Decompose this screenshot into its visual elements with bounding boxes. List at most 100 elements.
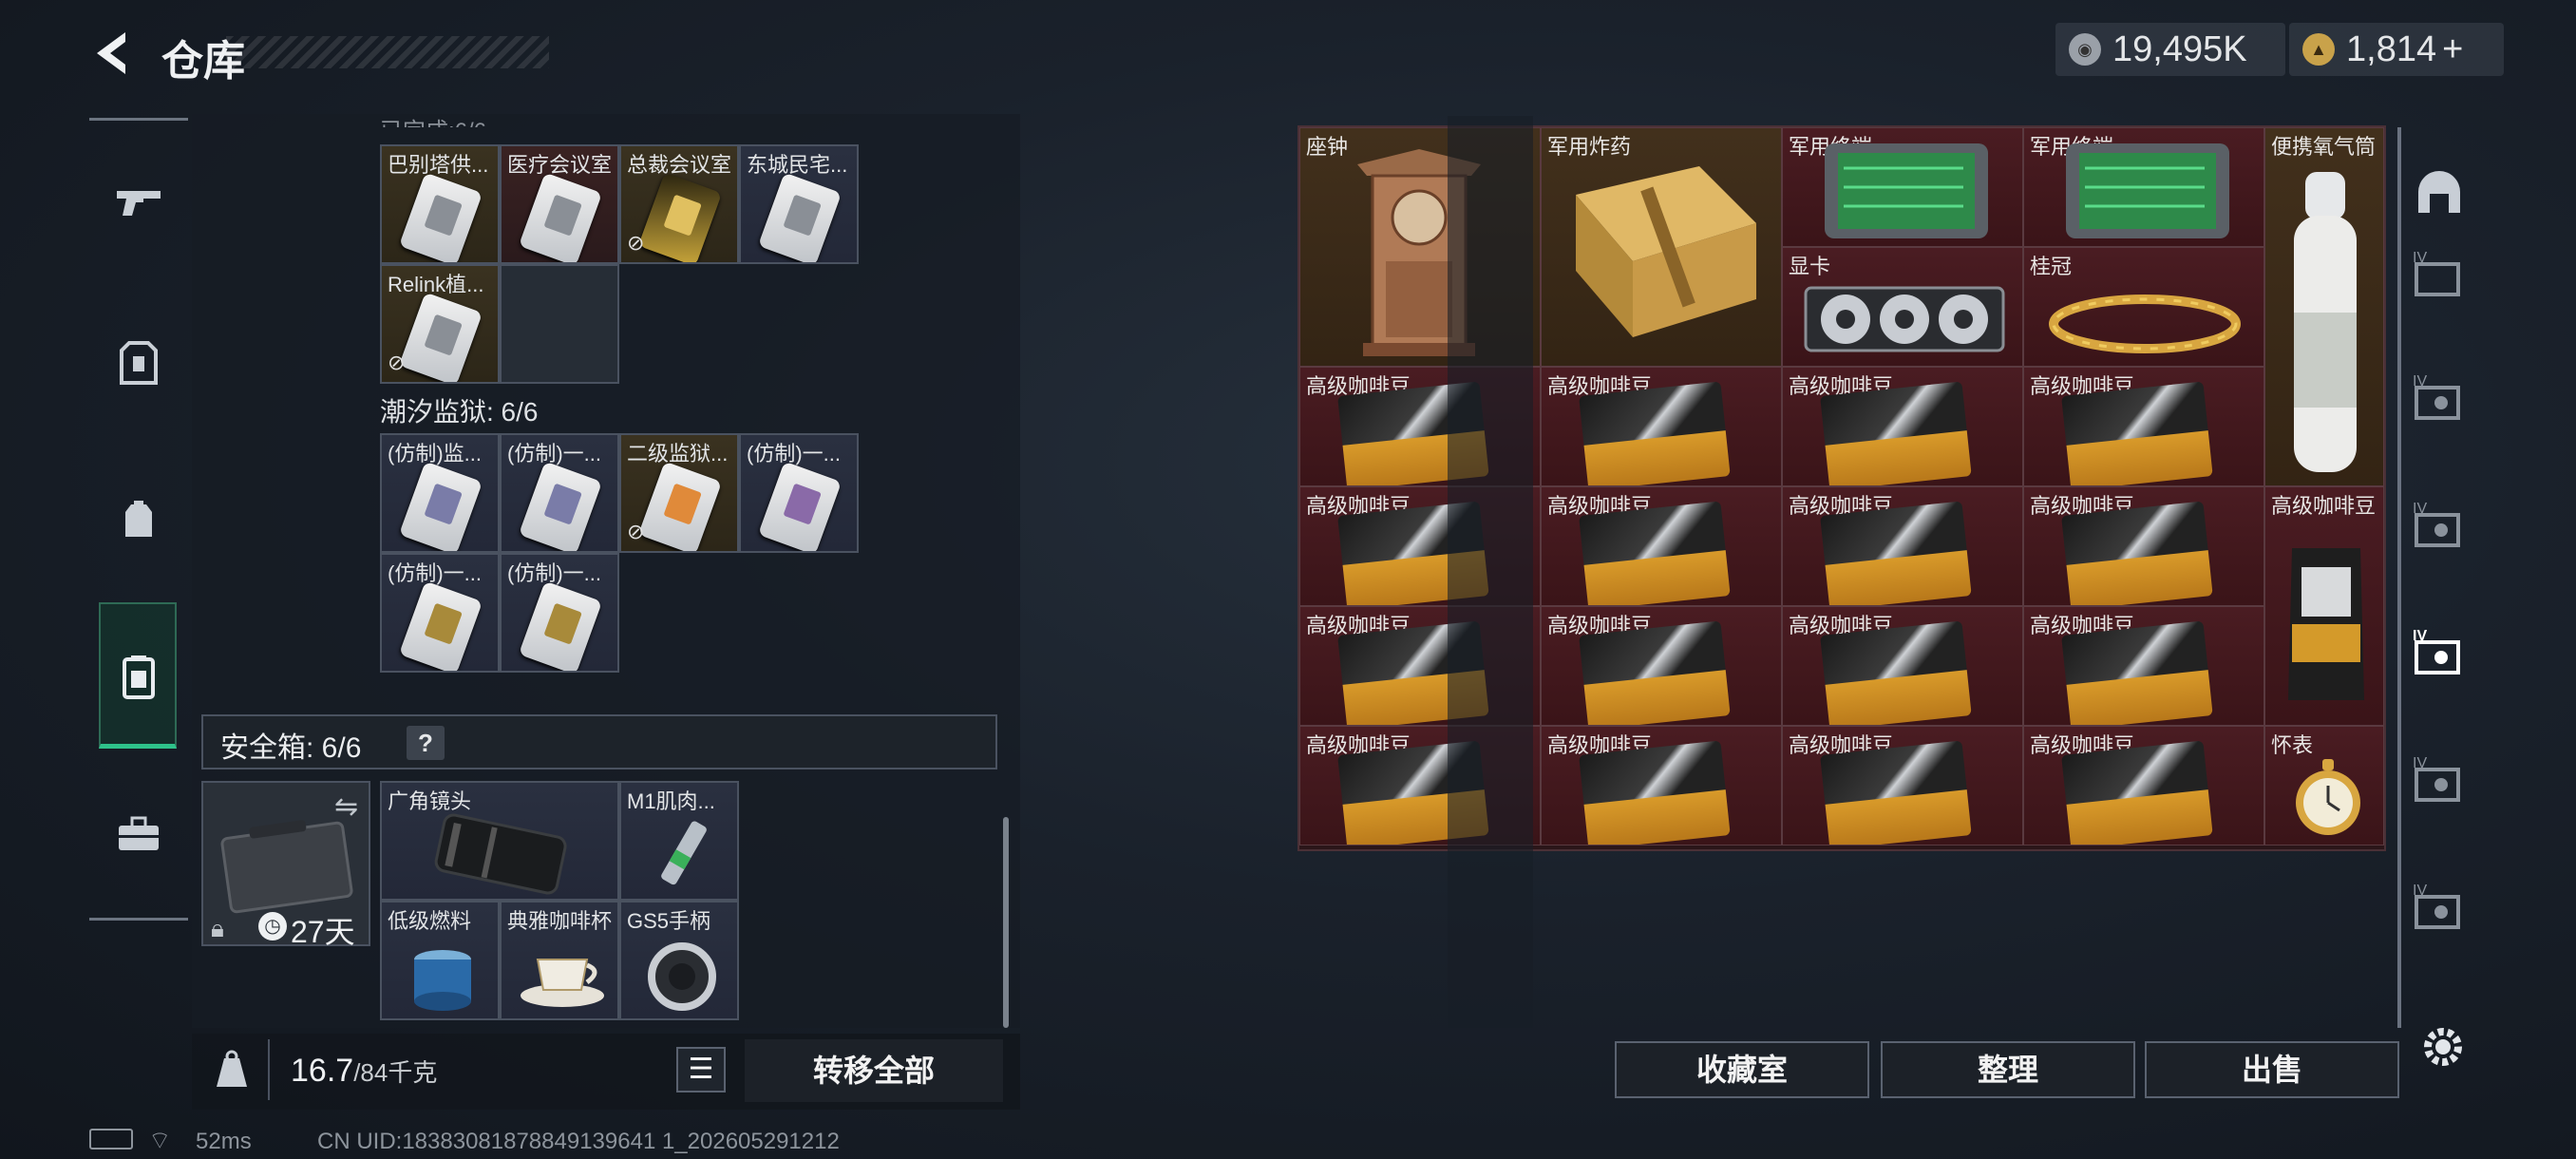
keycard-icon bbox=[757, 461, 843, 551]
toolbox-tab-icon[interactable] bbox=[103, 798, 175, 870]
stash-tab-icon[interactable]: IV bbox=[2413, 880, 2466, 933]
item-cell[interactable]: 总裁会议室 ⊘ bbox=[619, 144, 739, 264]
item-cell[interactable]: 高级咖啡豆 bbox=[1541, 486, 1782, 606]
item-cell[interactable]: Relink植... ⊘ bbox=[380, 264, 500, 384]
backpack-tab-icon[interactable] bbox=[103, 483, 175, 555]
divider bbox=[268, 1039, 270, 1100]
stash-tab-icon[interactable]: IV bbox=[2413, 247, 2466, 300]
transfer-all-button[interactable]: 转移全部 bbox=[745, 1039, 1003, 1102]
item-cell[interactable]: (仿制)一... bbox=[500, 433, 619, 553]
coffee-bean-icon bbox=[1579, 381, 1731, 485]
page-title: 仓库 bbox=[161, 38, 245, 85]
coffee-bean-icon bbox=[1579, 501, 1731, 605]
item-cell[interactable]: 高级咖啡豆 bbox=[1782, 486, 2023, 606]
collection-room-button[interactable]: 收藏室 bbox=[1615, 1041, 1869, 1098]
weight-icon bbox=[211, 1049, 253, 1091]
military-terminal-icon bbox=[1825, 143, 1988, 238]
item-cell[interactable]: (仿制)一... bbox=[500, 553, 619, 673]
sort-button[interactable]: 整理 bbox=[1881, 1041, 2135, 1098]
pocket-watch-icon bbox=[2296, 759, 2360, 835]
item-cell[interactable]: 医疗会议室 bbox=[500, 144, 619, 264]
unbindable-icon: ⊘ bbox=[627, 231, 645, 255]
item-cell[interactable]: 高级咖啡豆 bbox=[2023, 367, 2264, 486]
coffee-bean-icon bbox=[1820, 620, 1972, 725]
group1-label: 已完成:6/6 bbox=[380, 112, 486, 127]
item-cell[interactable]: 二级监狱... ⊘ bbox=[619, 433, 739, 553]
help-button[interactable]: ? bbox=[407, 726, 445, 760]
coffee-bean-icon bbox=[1820, 740, 1972, 845]
currency-triangle[interactable]: ▲ 1,814 + bbox=[2289, 23, 2504, 76]
item-cell[interactable]: 怀表 bbox=[2264, 726, 2384, 846]
item-cell[interactable]: 便携氧气筒 bbox=[2264, 127, 2384, 486]
list-view-button[interactable]: ☰ bbox=[676, 1047, 726, 1092]
stash-tab-icon[interactable]: IV bbox=[2413, 752, 2466, 806]
add-currency-icon[interactable]: + bbox=[2442, 29, 2463, 70]
uid-text: CN UID:18383081878849139641 1_2026052912… bbox=[317, 1129, 840, 1154]
item-cell[interactable]: GS5手柄 bbox=[619, 901, 739, 1020]
sell-button[interactable]: 出售 bbox=[2145, 1041, 2399, 1098]
item-cell[interactable]: 高级咖啡豆 bbox=[2023, 726, 2264, 846]
item-cell[interactable]: 高级咖啡豆 bbox=[1541, 726, 1782, 846]
coin-gold-icon: ▲ bbox=[2302, 33, 2335, 66]
item-cell[interactable]: (仿制)一... bbox=[739, 433, 859, 553]
item-cell[interactable]: 军用终端 bbox=[1782, 127, 2023, 247]
tab-divider bbox=[2397, 127, 2401, 1028]
coffee-bean-icon bbox=[2061, 381, 2213, 485]
item-cell[interactable]: 高级咖啡豆 bbox=[2023, 486, 2264, 606]
item-cell[interactable]: (仿制)一... bbox=[380, 553, 500, 673]
item-cell[interactable]: 东城民宅... bbox=[739, 144, 859, 264]
injector-icon bbox=[661, 821, 707, 885]
armor-tab-icon[interactable] bbox=[103, 327, 175, 399]
item-cell[interactable]: 高级咖啡豆 bbox=[1782, 726, 2023, 846]
stash-tab-icon[interactable]: IV bbox=[2413, 370, 2466, 424]
keycard-icon bbox=[398, 580, 483, 671]
item-cell[interactable]: 低级燃料 bbox=[380, 901, 500, 1020]
coffee-bean-icon bbox=[1579, 620, 1731, 725]
keycard-icon bbox=[518, 172, 603, 262]
item-cell[interactable]: M1肌肉... bbox=[619, 781, 739, 901]
stash-tab-icon[interactable]: IV bbox=[2413, 498, 2466, 551]
group2-label: 潮汐监狱: 6/6 bbox=[380, 397, 539, 427]
keycard-icon bbox=[398, 461, 483, 551]
item-cell[interactable]: 显卡 bbox=[1782, 247, 2023, 367]
stash-home-icon[interactable] bbox=[2413, 165, 2466, 218]
item-cell[interactable]: 高级咖啡豆 bbox=[1541, 606, 1782, 726]
item-cell[interactable]: 高级咖啡豆 bbox=[1782, 367, 2023, 486]
safe-case-icon bbox=[220, 820, 353, 914]
right-sidebar bbox=[1448, 116, 1533, 1028]
coffee-bean-icon bbox=[1579, 740, 1731, 845]
item-cell[interactable]: 高级咖啡豆 bbox=[1541, 367, 1782, 486]
oxygen-canister-icon bbox=[2294, 172, 2357, 472]
item-cell[interactable]: 巴别塔供... bbox=[380, 144, 500, 264]
swap-icon[interactable]: ⇋ bbox=[334, 790, 358, 824]
item-cell[interactable]: 广角镜头 bbox=[380, 781, 619, 901]
unbindable-icon: ⊘ bbox=[388, 351, 406, 374]
explosive-crate-icon bbox=[1576, 166, 1756, 337]
item-cell[interactable]: 典雅咖啡杯 bbox=[500, 901, 619, 1020]
weapon-tab-icon[interactable] bbox=[103, 167, 175, 239]
currency-hafcoin-value: 19,495K bbox=[2112, 28, 2247, 69]
back-arrow-icon[interactable] bbox=[87, 27, 135, 80]
item-cell[interactable]: 高级咖啡豆 bbox=[2264, 486, 2384, 726]
item-cell[interactable]: 桂冠 bbox=[2023, 247, 2264, 367]
safebox-tab-icon[interactable] bbox=[103, 640, 175, 712]
teacup-icon bbox=[521, 959, 604, 1007]
item-cell[interactable]: 军用终端 bbox=[2023, 127, 2264, 247]
lens-icon bbox=[434, 813, 567, 895]
keycard-icon bbox=[518, 580, 603, 671]
currency-hafcoin: ◉ 19,495K bbox=[2055, 23, 2285, 76]
scrollbar[interactable] bbox=[1003, 817, 1009, 1028]
stash-tab-active-icon[interactable]: IV bbox=[2413, 625, 2466, 678]
keycard-icon bbox=[398, 172, 483, 262]
item-cell[interactable]: 高级咖啡豆 bbox=[2023, 606, 2264, 726]
empty-cell[interactable] bbox=[500, 264, 619, 384]
coffee-bean-icon bbox=[2061, 620, 2213, 725]
ping-text: 52ms bbox=[196, 1129, 252, 1154]
coffee-bean-icon bbox=[1820, 501, 1972, 605]
weight-display: 16.7/84千克 bbox=[291, 1053, 438, 1089]
settings-gear-icon[interactable] bbox=[2418, 1022, 2468, 1072]
item-cell[interactable]: (仿制)监... bbox=[380, 433, 500, 553]
item-cell[interactable]: 高级咖啡豆 bbox=[1782, 606, 2023, 726]
safe-case-slot[interactable]: ⇋ 🔒︎ ◷ 27天 bbox=[201, 781, 370, 949]
item-cell[interactable]: 军用炸药 bbox=[1541, 127, 1782, 367]
